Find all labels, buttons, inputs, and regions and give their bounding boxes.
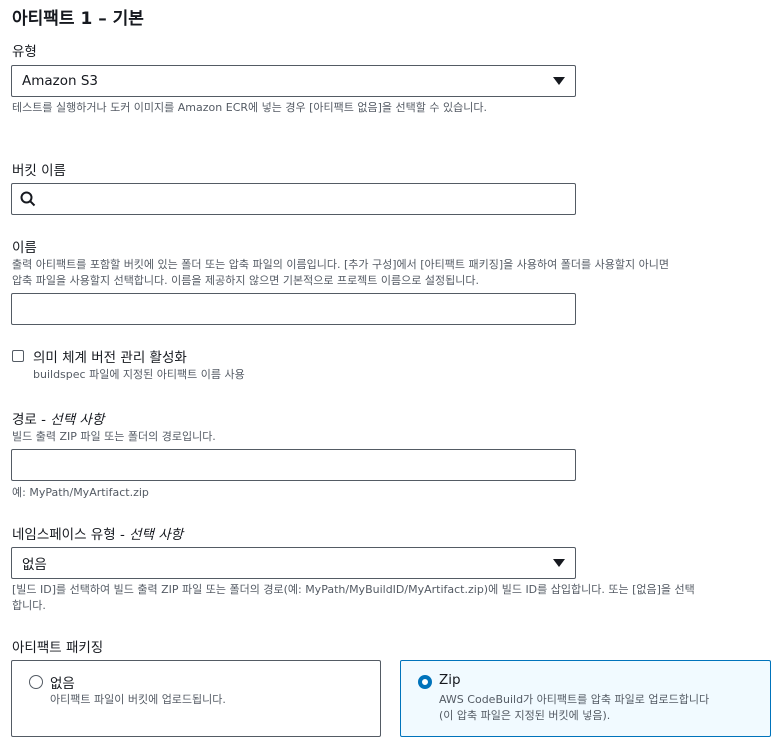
packaging-zip-title: Zip [439, 672, 461, 688]
packaging-none-radio[interactable] [29, 675, 43, 689]
packaging-zip-radio[interactable] [418, 675, 432, 689]
packaging-zip-description-line1: AWS CodeBuild가 아티팩트를 압축 파일로 업로드합니다 [439, 693, 710, 706]
namespace-select[interactable]: 없음 [11, 547, 576, 579]
namespace-label-text: 네임스페이스 유형 - [12, 527, 130, 543]
type-select[interactable]: Amazon S3 [11, 65, 576, 97]
packaging-zip-description-line2: (이 압축 파일은 지정된 버킷에 넣음). [439, 709, 611, 722]
caret-down-icon [553, 77, 565, 85]
path-description: 빌드 출력 ZIP 파일 또는 폴더의 경로입니다. [12, 430, 216, 443]
path-label: 경로 - 선택 사항 [12, 408, 104, 428]
semantic-versioning-description: buildspec 파일에 지정된 아티팩트 이름 사용 [33, 368, 245, 381]
packaging-option-zip[interactable]: Zip AWS CodeBuild가 아티팩트를 압축 파일로 업로드합니다 (… [400, 660, 771, 737]
path-input[interactable] [11, 449, 576, 481]
type-label: 유형 [12, 44, 37, 60]
name-description-line2: 압축 파일을 사용할지 선택합니다. 이름을 제공하지 않으면 기본적으로 프로… [12, 274, 479, 287]
namespace-select-value: 없음 [22, 557, 47, 573]
search-icon [20, 191, 36, 207]
section-title: 아티팩트 1 – 기본 [12, 9, 144, 29]
type-select-value: Amazon S3 [22, 73, 99, 89]
bucket-search-input[interactable] [11, 183, 576, 215]
caret-down-icon [553, 559, 565, 567]
name-label: 이름 [12, 240, 37, 256]
path-optional-text: 선택 사항 [50, 412, 105, 428]
packaging-none-description: 아티팩트 파일이 버킷에 업로드됩니다. [50, 693, 226, 706]
namespace-label: 네임스페이스 유형 - 선택 사항 [12, 523, 183, 543]
type-description: 테스트를 실행하거나 도커 이미지를 Amazon ECR에 넣는 경우 [아티… [12, 101, 487, 114]
namespace-description-line1: [빌드 ID]를 선택하여 빌드 출력 ZIP 파일 또는 폴더의 경로(예: … [12, 583, 695, 596]
semantic-versioning-label[interactable]: 의미 체계 버전 관리 활성화 [33, 346, 187, 366]
semantic-versioning-checkbox[interactable] [12, 350, 24, 362]
packaging-none-title: 없음 [50, 676, 75, 692]
path-label-text: 경로 - [12, 412, 51, 428]
namespace-description-line2: 합니다. [12, 599, 46, 612]
packaging-option-none[interactable]: 없음 아티팩트 파일이 버킷에 업로드됩니다. [11, 660, 381, 737]
name-description-line1: 출력 아티팩트를 포함할 버킷에 있는 폴더 또는 압축 파일의 이름입니다. … [12, 258, 669, 271]
packaging-label: 아티팩트 패키징 [12, 640, 104, 656]
bucket-label: 버킷 이름 [12, 163, 66, 179]
path-hint: 예: MyPath/MyArtifact.zip [12, 486, 149, 499]
name-input[interactable] [11, 293, 576, 325]
namespace-optional-text: 선택 사항 [129, 527, 184, 543]
